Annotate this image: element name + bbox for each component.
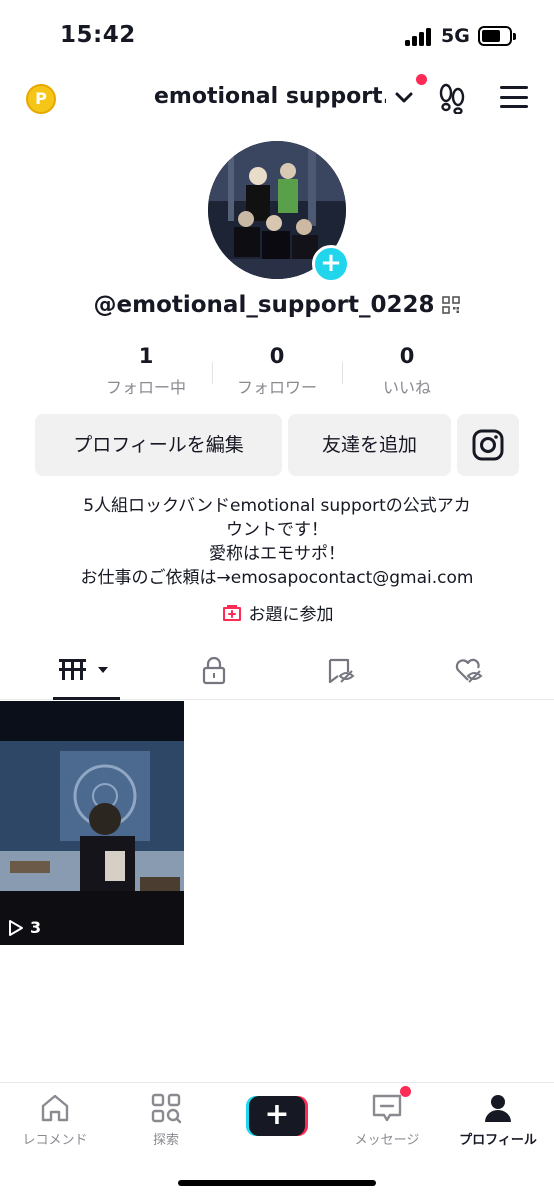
stat-label: フォロー中	[105, 378, 186, 397]
message-icon	[372, 1094, 402, 1122]
content-tabs	[0, 648, 554, 700]
nav-home[interactable]: レコメンド	[0, 1091, 110, 1148]
nav-inbox[interactable]: メッセージ	[332, 1091, 442, 1148]
tab-private[interactable]	[199, 656, 229, 686]
avatar-add-button[interactable]: +	[312, 245, 350, 283]
footprint-icon[interactable]	[436, 82, 468, 114]
signal-icon	[405, 28, 435, 46]
profile-stats: 1 フォロー中 0 フォロワー 0 いいね	[0, 344, 554, 400]
bottom-nav: レコメンド 探索 + メッセージ プロフィール	[0, 1082, 554, 1200]
instagram-icon	[472, 429, 504, 461]
home-icon	[41, 1094, 69, 1122]
home-indicator	[178, 1180, 376, 1186]
add-friend-button[interactable]: 友達を追加	[288, 414, 451, 476]
coin-icon[interactable]: P	[26, 84, 56, 114]
bio-line: ウントです！	[226, 520, 328, 540]
challenge-label: お題に参加	[248, 605, 334, 625]
instagram-button[interactable]	[457, 414, 519, 476]
create-plus: +	[264, 1097, 290, 1132]
inbox-notification-dot	[400, 1086, 411, 1097]
create-button[interactable]: +	[246, 1096, 308, 1136]
active-tab-indicator	[53, 697, 120, 700]
nav-label: レコメンド	[22, 1133, 88, 1148]
nav-profile[interactable]: プロフィール	[443, 1091, 553, 1148]
status-time: 15:42	[60, 22, 136, 48]
bio-line: 5人組ロックバンドemotional supportの公式アカ	[83, 496, 471, 516]
play-count: 3	[8, 918, 41, 937]
nav-explore[interactable]: 探索	[111, 1091, 221, 1148]
stat-label: いいね	[382, 378, 431, 397]
tab-saved[interactable]	[326, 656, 356, 686]
menu-icon[interactable]	[500, 86, 528, 110]
stat-likes[interactable]: 0 いいね	[342, 344, 472, 398]
stat-followers[interactable]: 0 フォロワー	[212, 344, 342, 398]
nav-label: メッセージ	[354, 1133, 420, 1148]
qr-code-icon[interactable]	[442, 296, 461, 314]
stat-value: 0	[269, 344, 285, 368]
play-count-value: 3	[30, 918, 42, 937]
account-switcher[interactable]: emotional support...	[154, 84, 386, 109]
heart-hidden-icon	[455, 658, 483, 683]
bookmark-hidden-icon	[328, 658, 355, 684]
explore-icon	[151, 1093, 182, 1124]
network-label: 5G	[441, 25, 470, 47]
grid-icon	[59, 659, 108, 680]
status-bar: 15:42 5G	[0, 0, 554, 70]
notification-dot	[416, 74, 427, 85]
bio-line: お仕事のご依頼は→emosapocontact@gmai.com	[80, 568, 474, 588]
lock-icon	[202, 656, 226, 685]
bio: 5人組ロックバンドemotional supportの公式アカ ウントです！ 愛…	[30, 494, 524, 590]
nav-label: プロフィール	[459, 1133, 537, 1148]
nav-label: 探索	[152, 1133, 179, 1148]
bio-line: 愛称はエモサポ！	[209, 544, 345, 564]
tab-videos[interactable]	[58, 656, 118, 686]
chevron-down-icon[interactable]	[393, 86, 415, 108]
video-thumbnail[interactable]: 3	[0, 701, 184, 945]
profile-icon	[485, 1095, 511, 1122]
stat-value: 0	[399, 344, 415, 368]
edit-profile-button[interactable]: プロフィールを編集	[35, 414, 282, 476]
username-row: @emotional_support_0228	[0, 292, 554, 318]
join-challenge-link[interactable]: お題に参加	[0, 600, 554, 628]
stat-following[interactable]: 1 フォロー中	[81, 344, 211, 398]
tab-liked[interactable]	[454, 656, 484, 686]
challenge-icon	[222, 604, 241, 621]
battery-icon	[478, 26, 516, 46]
stat-value: 1	[138, 344, 154, 368]
username: @emotional_support_0228	[93, 292, 435, 318]
play-icon	[9, 919, 23, 936]
stat-label: フォロワー	[236, 378, 317, 397]
